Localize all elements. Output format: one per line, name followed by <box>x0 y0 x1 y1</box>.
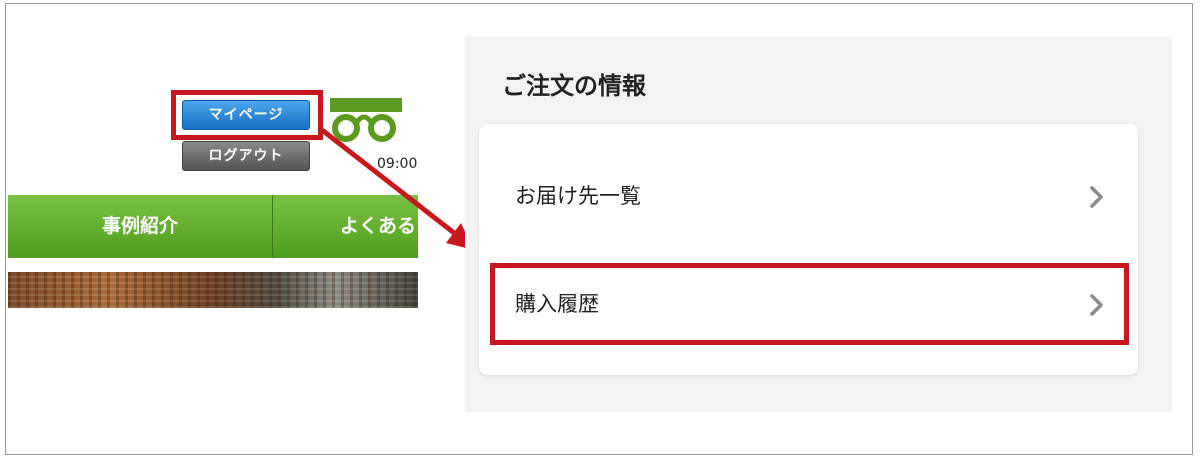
order-info-title: ご注文の情報 <box>502 72 646 100</box>
menu-item-label: お届け先一覧 <box>515 184 641 208</box>
menu-item-delivery-addresses[interactable]: お届け先一覧 <box>479 142 1138 252</box>
chevron-right-icon <box>1085 184 1107 210</box>
purchase-history-highlight-box <box>490 263 1129 345</box>
